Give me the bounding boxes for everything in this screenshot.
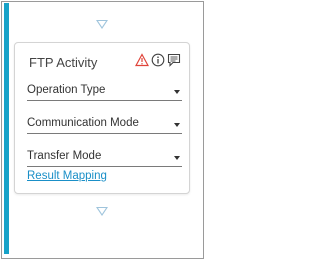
result-mapping-link[interactable]: Result Mapping xyxy=(27,170,107,182)
operation-type-label: Operation Type xyxy=(27,84,106,96)
communication-mode-label: Communication Mode xyxy=(27,117,139,129)
incoming-connector-arrow-icon xyxy=(96,20,108,29)
outgoing-connector-arrow-icon xyxy=(96,207,108,216)
transfer-mode-select[interactable]: Transfer Mode xyxy=(27,147,182,167)
transfer-mode-label: Transfer Mode xyxy=(27,150,102,162)
activity-title: FTP Activity xyxy=(29,55,98,70)
chevron-down-icon xyxy=(174,123,180,127)
info-icon[interactable] xyxy=(151,53,165,67)
operation-type-select[interactable]: Operation Type xyxy=(27,81,182,101)
communication-mode-select[interactable]: Communication Mode xyxy=(27,114,182,134)
chevron-down-icon xyxy=(174,156,180,160)
comment-icon[interactable] xyxy=(167,53,181,67)
chevron-down-icon xyxy=(174,90,180,94)
ftp-activity-card[interactable]: FTP Activity Operation Type Communicatio… xyxy=(14,42,190,194)
warning-icon[interactable] xyxy=(134,53,150,67)
activity-status-icons xyxy=(134,53,181,67)
selection-accent-bar xyxy=(4,3,9,254)
